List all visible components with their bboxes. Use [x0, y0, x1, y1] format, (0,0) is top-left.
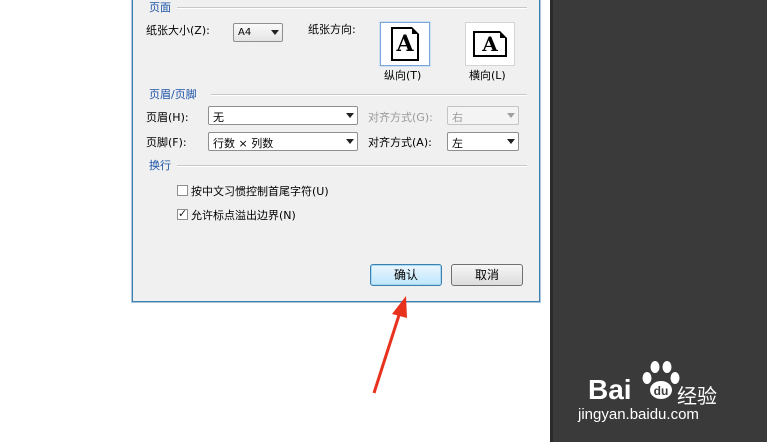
ok-button[interactable]: 确认	[370, 264, 442, 286]
footer-align-value: 左	[452, 137, 463, 150]
chevron-down-icon	[507, 113, 515, 118]
header-footer-section-title: 页眉/页脚	[149, 88, 197, 101]
portrait-label[interactable]: 纵向(T)	[384, 67, 421, 83]
watermark-url: jingyan.baidu.com	[578, 406, 699, 423]
chevron-down-icon	[271, 30, 279, 35]
page-section-divider	[177, 7, 527, 9]
portrait-option[interactable]: A	[380, 22, 430, 66]
header-align-select: 右	[447, 106, 519, 125]
footer-label: 页脚(F):	[146, 136, 187, 149]
header-align-label: 对齐方式(G):	[368, 111, 433, 124]
footer-align-select[interactable]: 左	[447, 132, 519, 151]
cancel-button[interactable]: 取消	[451, 264, 523, 286]
first-last-char-checkbox[interactable]	[177, 185, 188, 196]
page-section-title: 页面	[149, 1, 171, 14]
punctuation-overflow-checkbox[interactable]: ✓	[177, 207, 188, 220]
portrait-page-icon: A	[391, 27, 419, 61]
watermark-product: 经验	[677, 384, 717, 408]
landscape-page-icon: A	[473, 31, 507, 57]
annotation-arrow-icon	[372, 296, 407, 394]
chevron-down-icon	[507, 139, 515, 144]
svg-text:du: du	[654, 384, 669, 398]
page-setup-dialog: 页面 纸张大小(Z): A4 纸张方向: A 纵向(T) A 横向(L) 页眉/…	[132, 0, 540, 302]
footer-value: 行数 × 列数	[213, 137, 274, 150]
chevron-down-icon	[346, 113, 354, 118]
header-footer-divider	[211, 94, 527, 96]
punctuation-overflow-label[interactable]: 允许标点溢出边界(N)	[191, 207, 296, 223]
first-last-char-label[interactable]: 按中文习惯控制首尾字符(U)	[191, 183, 329, 199]
wrap-section-divider	[177, 165, 527, 167]
watermark-brand: Bai	[588, 374, 632, 405]
footer-select[interactable]: 行数 × 列数	[208, 132, 358, 151]
chevron-down-icon	[346, 139, 354, 144]
wrap-section-title: 换行	[149, 159, 171, 172]
paper-size-label: 纸张大小(Z):	[146, 24, 210, 37]
panel-edge	[550, 0, 553, 442]
checkmark-icon: ✓	[178, 207, 188, 220]
orientation-label: 纸张方向:	[308, 23, 356, 36]
footer-align-label: 对齐方式(A):	[368, 136, 432, 149]
landscape-label[interactable]: 横向(L)	[469, 67, 506, 83]
header-align-value: 右	[452, 111, 463, 124]
background-panel: du Bai 经验 jingyan.baidu.com	[550, 0, 767, 442]
landscape-option[interactable]: A	[465, 22, 515, 66]
header-value: 无	[213, 111, 224, 124]
header-select[interactable]: 无	[208, 106, 358, 125]
header-label: 页眉(H):	[146, 111, 189, 124]
paper-size-select[interactable]: A4	[233, 23, 283, 42]
paper-size-value: A4	[238, 27, 252, 38]
